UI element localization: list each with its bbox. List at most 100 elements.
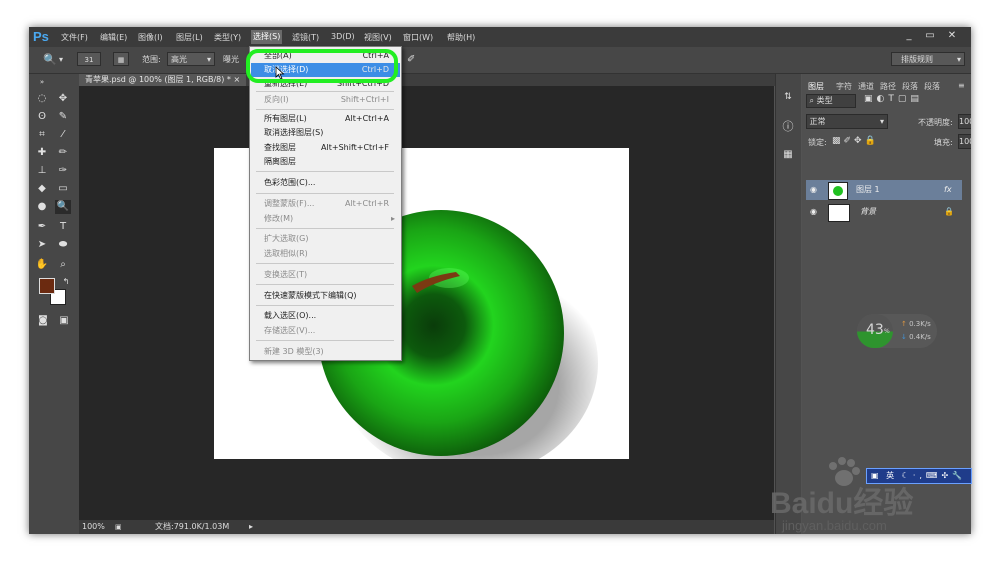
quick-mask-icon[interactable]: ◙	[35, 314, 51, 328]
zoom-tool-icon[interactable]: ⌕	[55, 258, 71, 272]
tab-paragraph[interactable]: 段落	[902, 81, 918, 92]
tab-paths[interactable]: 路径	[880, 81, 896, 92]
shortcut-find-layers: Alt+Shift+Ctrl+F	[321, 143, 389, 152]
menu-item-similar[interactable]: 选取相似(R)	[264, 248, 308, 260]
airbrush-icon[interactable]: ✐	[407, 53, 415, 66]
menu-item-all-layers[interactable]: 所有图层(L)	[264, 113, 307, 125]
menu-item-refine-mask[interactable]: 调整蒙版(F)...	[264, 198, 314, 210]
range-select[interactable]: 高光 ▾	[167, 52, 215, 66]
brush-panel-icon[interactable]: ▦	[113, 52, 129, 66]
menu-item-deselect-layers[interactable]: 取消选择图层(S)	[264, 127, 323, 139]
menu-select[interactable]: 选择(S)	[251, 30, 283, 44]
close-tab-icon[interactable]: ×	[233, 75, 240, 84]
close-button[interactable]: ✕	[942, 29, 962, 43]
menu-item-isolate-layers[interactable]: 隔离图层	[264, 156, 296, 168]
layer-filter-select[interactable]: ⌕ 类型	[806, 94, 856, 108]
hand-tool-icon[interactable]: ✋	[34, 258, 50, 272]
crop-tool-icon[interactable]: ⌗	[34, 128, 50, 142]
workspace-select[interactable]: 排版规则 ▾	[891, 52, 965, 66]
layer-row[interactable]: ◉ 图层 1 fx	[806, 180, 962, 200]
menu-item-transform-selection[interactable]: 变换选区(T)	[264, 269, 307, 281]
menu-item-new-3d[interactable]: 新建 3D 模型(3)	[264, 346, 324, 358]
menu-item-load-selection[interactable]: 载入选区(O)...	[264, 310, 316, 322]
menu-separator	[256, 263, 394, 264]
type-tool-icon[interactable]: T	[55, 220, 71, 234]
blend-mode-select[interactable]: 正常 ▾	[806, 114, 888, 129]
eye-icon[interactable]: ◉	[810, 180, 817, 200]
brush-tool-icon[interactable]: ✏	[55, 146, 71, 160]
layer-filter-value: 类型	[816, 96, 833, 105]
gradient-tool-icon[interactable]: ▭	[55, 182, 71, 196]
lasso-tool-icon[interactable]: ʘ	[34, 110, 50, 124]
fill-input[interactable]: 100%	[958, 134, 971, 149]
history-brush-tool-icon[interactable]: ✑	[55, 164, 71, 178]
info-panel-icon[interactable]: ⓘ	[780, 120, 796, 134]
document-workspace	[79, 86, 774, 520]
menu-item-save-selection[interactable]: 存储选区(V)...	[264, 325, 315, 337]
menu-image[interactable]: 图像(I)	[138, 32, 163, 43]
brush-size-picker[interactable]: 31	[77, 52, 101, 66]
collapse-icon[interactable]: »	[34, 75, 50, 89]
document-tab[interactable]: 青苹果.psd @ 100% (图层 1, RGB/8) * ×	[79, 74, 247, 86]
tool-preset-chevron-icon[interactable]: ▾	[59, 53, 63, 66]
dodge-tool-icon[interactable]: 🔍	[43, 53, 57, 66]
menu-3d[interactable]: 3D(D)	[331, 32, 355, 41]
menu-filter[interactable]: 滤镜(T)	[292, 32, 319, 43]
layer-name[interactable]: 背景	[860, 202, 876, 222]
dodge-tool-icon[interactable]: 🔍	[55, 200, 71, 214]
status-menu-arrow-icon[interactable]: ▸	[249, 520, 253, 534]
healing-tool-icon[interactable]: ✚	[34, 146, 50, 160]
pen-tool-icon[interactable]: ✒	[34, 220, 50, 234]
zoom-level[interactable]: 100%	[82, 520, 105, 534]
menu-help[interactable]: 帮助(H)	[447, 32, 475, 43]
menu-file[interactable]: 文件(F)	[61, 32, 88, 43]
panel-menu-icon[interactable]: ≡	[958, 81, 965, 90]
tab-channels[interactable]: 通道	[858, 81, 874, 92]
layer-effects-icon[interactable]: fx	[944, 180, 952, 200]
layer-name[interactable]: 图层 1	[856, 180, 880, 200]
foreground-color-swatch[interactable]	[39, 278, 55, 294]
opacity-input[interactable]: 100%	[958, 114, 971, 129]
stamp-tool-icon[interactable]: ⊥	[34, 164, 50, 178]
menu-view[interactable]: 视图(V)	[364, 32, 392, 43]
swap-colors-icon[interactable]: ↰	[58, 275, 74, 289]
blur-tool-icon[interactable]: ●	[34, 200, 50, 214]
restore-button[interactable]: ▭	[920, 29, 940, 43]
app-logo: Ps	[33, 29, 49, 44]
tab-layers[interactable]: 图层	[808, 81, 824, 92]
menu-item-inverse[interactable]: 反向(I)	[264, 94, 289, 106]
layer-filter-icons[interactable]: ▣◐T▢▤	[864, 94, 923, 104]
menu-window[interactable]: 窗口(W)	[403, 32, 433, 43]
menu-type[interactable]: 类型(Y)	[214, 32, 241, 43]
path-select-tool-icon[interactable]: ➤	[34, 238, 50, 252]
eyedropper-tool-icon[interactable]: ⁄	[55, 128, 71, 142]
apple-thumbnail	[833, 186, 843, 196]
menu-separator	[256, 193, 394, 194]
marquee-tool-icon[interactable]: ◌	[34, 92, 50, 106]
move-tool-icon[interactable]: ✥	[55, 92, 71, 106]
screen-mode-icon[interactable]: ▣	[56, 314, 72, 328]
menu-item-find-layers[interactable]: 查找图层	[264, 142, 296, 154]
network-speed-widget: 43 % ↑ 0.3K/s ↓ 0.4K/s	[857, 314, 937, 348]
menu-layer[interactable]: 图层(L)	[176, 32, 203, 43]
menu-item-modify[interactable]: 修改(M)	[264, 213, 293, 225]
menu-separator	[256, 91, 394, 92]
chevron-down-icon: ▾	[206, 55, 211, 64]
document-info: 文档:791.0K/1.03M	[155, 522, 230, 531]
layer-row[interactable]: ◉ 背景 🔒	[806, 202, 962, 222]
menu-item-grow[interactable]: 扩大选取(G)	[264, 233, 308, 245]
properties-panel-icon[interactable]: ▦	[780, 148, 796, 162]
lock-label: 锁定:	[808, 138, 827, 147]
lock-icons[interactable]: ▩✐✥🔒	[832, 136, 879, 146]
menu-edit[interactable]: 编辑(E)	[100, 32, 127, 43]
eraser-tool-icon[interactable]: ◆	[34, 182, 50, 196]
menu-item-color-range[interactable]: 色彩范围(C)...	[264, 177, 315, 189]
minimize-button[interactable]: _	[899, 29, 919, 43]
eye-icon[interactable]: ◉	[810, 202, 817, 222]
history-panel-icon[interactable]: ⇅	[780, 90, 796, 104]
tab-paragraph-styles[interactable]: 段落	[924, 81, 940, 92]
quick-select-tool-icon[interactable]: ✎	[55, 110, 71, 124]
shape-tool-icon[interactable]: ⬬	[55, 238, 71, 252]
menu-item-quick-mask[interactable]: 在快速蒙版模式下编辑(Q)	[264, 290, 357, 302]
tab-character[interactable]: 字符	[836, 81, 852, 92]
